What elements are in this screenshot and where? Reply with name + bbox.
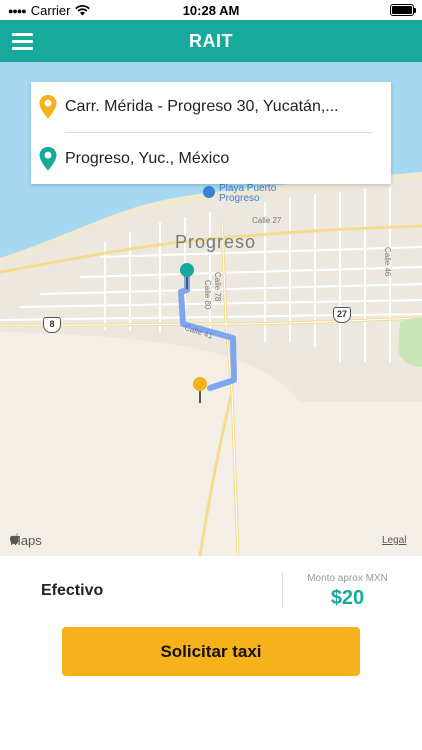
status-bar: ●●●● Carrier 10:28 AM: [0, 0, 422, 20]
panel-divider: [282, 572, 283, 608]
destination-pin[interactable]: [180, 263, 194, 289]
beach-poi-label[interactable]: Playa Puerto Progreso: [219, 184, 276, 204]
street-label-27: Calle 27: [252, 216, 282, 225]
screen: ●●●● Carrier 10:28 AM RAIT Playa Puerto …: [0, 0, 422, 750]
ride-panel: Efectivo Monto aprox MXN $20 Solicitar t…: [0, 556, 422, 750]
origin-address: Carr. Mérida - Progreso 30, Yucatán,...: [65, 98, 339, 115]
street-label-78: Calle 78: [213, 272, 222, 302]
highway-shield-27: 27: [333, 307, 351, 323]
origin-field[interactable]: Carr. Mérida - Progreso 30, Yucatán,...: [31, 82, 391, 132]
origin-pin[interactable]: [193, 377, 207, 403]
request-taxi-button[interactable]: Solicitar taxi: [62, 627, 360, 676]
origin-location-pin-icon: [39, 95, 57, 119]
status-right: [390, 4, 416, 16]
street-label-46: Calle 46: [383, 247, 392, 277]
battery-icon: [390, 4, 416, 16]
card-divider: [65, 132, 373, 133]
highway-shield-8: 8: [43, 317, 61, 333]
destination-location-pin-icon: [39, 147, 57, 171]
status-time: 10:28 AM: [182, 3, 240, 18]
apple-logo-icon: [10, 533, 19, 544]
beach-poi-icon[interactable]: [203, 186, 215, 198]
city-label: Progreso: [175, 232, 257, 252]
maps-attribution: Maps: [10, 533, 42, 548]
legal-link[interactable]: Legal: [382, 535, 406, 546]
street-label-80: Calle 80: [203, 280, 212, 310]
payment-method[interactable]: Efectivo: [41, 582, 103, 600]
destination-field[interactable]: Progreso, Yuc., México: [31, 134, 391, 184]
app-title: RAIT: [189, 31, 233, 51]
destination-address: Progreso, Yuc., México: [65, 150, 230, 167]
fare-label: Monto aprox MXN: [307, 573, 388, 584]
fare-value: $20: [330, 587, 365, 609]
route-card: Carr. Mérida - Progreso 30, Yucatán,... …: [31, 82, 391, 184]
navigation-bar: RAIT: [0, 20, 422, 62]
